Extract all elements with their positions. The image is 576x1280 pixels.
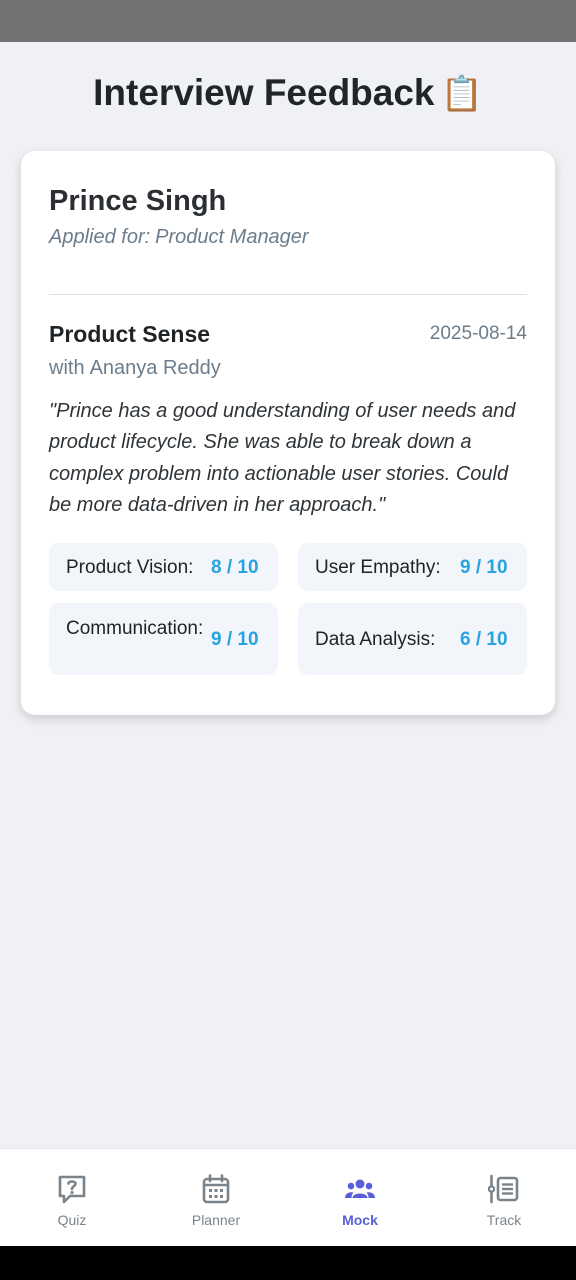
system-navigation-bar [0,1246,576,1280]
feedback-card: Prince Singh Applied for: Product Manager… [21,151,555,715]
people-icon [345,1179,375,1198]
applied-role: Product Manager [155,226,309,248]
score-value: 9 / 10 [460,557,508,578]
track-list-icon [488,1174,519,1204]
score-user-empathy: User Empathy: 9 / 10 [298,543,527,591]
score-value: 6 / 10 [460,629,508,650]
status-bar [0,0,576,42]
score-label: Communication: [66,618,204,639]
nav-label: Track [486,1212,522,1228]
candidate-name: Prince Singh [49,185,227,217]
interviewer-prefix: with [49,357,85,379]
feedback-quote: "Prince has a good understanding of user… [49,400,516,516]
score-label: Product Vision: [66,557,194,578]
round-date: 2025-08-14 [429,323,527,344]
divider [49,294,527,295]
quiz-icon [58,1175,86,1204]
score-label: User Empathy: [315,557,441,578]
nav-item-mock[interactable]: Mock [288,1149,432,1247]
bottom-nav: Quiz Planner Mock Track [0,1148,576,1246]
nav-label: Quiz [57,1212,87,1228]
page-title-text: Interview Feedback [93,72,435,113]
applied-prefix: Applied for: [49,226,151,248]
score-value: 8 / 10 [211,557,259,578]
page-title: Interview Feedback 📋 [0,72,576,114]
nav-item-planner[interactable]: Planner [144,1149,288,1247]
applied-for: Applied for: Product Manager [49,226,309,249]
interviewer-name: Ananya Reddy [89,357,221,379]
nav-label: Planner [191,1212,241,1228]
score-product-vision: Product Vision: 8 / 10 [49,543,278,591]
score-value: 9 / 10 [211,629,259,650]
nav-item-quiz[interactable]: Quiz [0,1149,144,1247]
nav-label: Mock [342,1212,378,1228]
score-data-analysis: Data Analysis: 6 / 10 [298,603,527,675]
score-communication: Communication: 9 / 10 [49,603,278,675]
round-name: Product Sense [49,321,211,347]
clipboard-icon: 📋 [440,75,483,113]
interviewer: with Ananya Reddy [49,357,221,380]
score-label: Data Analysis: [315,629,436,650]
calendar-icon [202,1174,230,1204]
nav-item-track[interactable]: Track [432,1149,576,1247]
